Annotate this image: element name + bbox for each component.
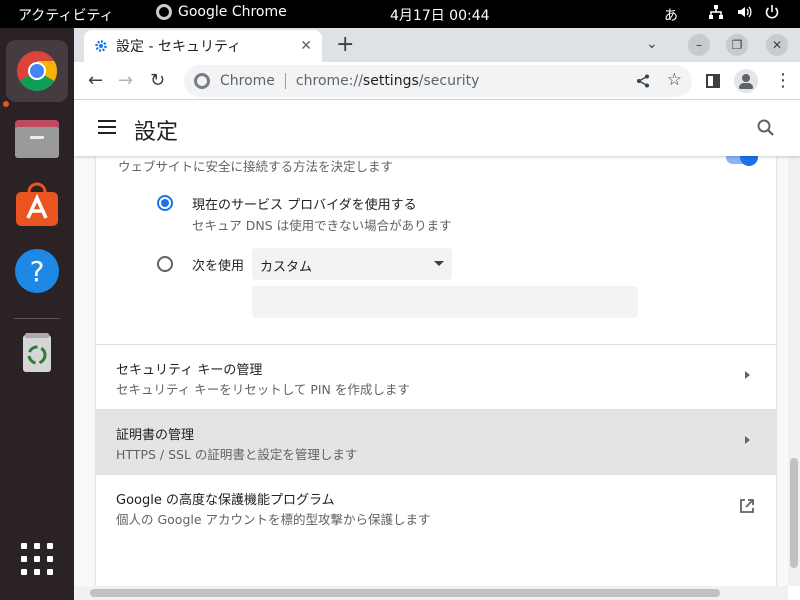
- chrome-icon: [17, 51, 57, 91]
- app-name: Google Chrome: [178, 4, 287, 20]
- site-label: Chrome: [220, 73, 275, 89]
- chrome-window: 設定 - セキュリティ ✕ + ⌄ – ❐ ✕ ← → ↻ Chrome chr…: [74, 28, 800, 600]
- page-title: 設定: [134, 120, 179, 145]
- profile-avatar[interactable]: [734, 69, 758, 93]
- row-title: Google の高度な保護機能プログラム: [116, 493, 335, 508]
- app-menu[interactable]: Google Chrome: [156, 4, 287, 20]
- more-menu-icon[interactable]: ⋮: [774, 70, 792, 91]
- dock-files[interactable]: [6, 108, 68, 170]
- app-grid-icon: [21, 543, 53, 575]
- dock-help[interactable]: ?: [6, 240, 68, 302]
- secure-dns-description: ウェブサイトに安全に接続する方法を決定します: [118, 159, 394, 174]
- network-icon: [709, 5, 723, 19]
- system-tray[interactable]: [708, 4, 780, 20]
- row-subtitle: セキュリティ キーをリセットして PIN を作成します: [116, 382, 410, 397]
- browser-toolbar: ← → ↻ Chrome chrome://settings/security …: [74, 62, 800, 100]
- settings-gear-icon: [95, 40, 107, 52]
- tab-title: 設定 - セキュリティ: [116, 39, 242, 55]
- dock-chrome[interactable]: [6, 40, 68, 102]
- address-bar[interactable]: Chrome chrome://settings/security ☆: [184, 65, 692, 97]
- system-top-bar: アクティビティ Google Chrome 4月17日 00:44 あ: [0, 0, 800, 28]
- open-external-icon: [740, 499, 754, 513]
- security-card: ウェブサイトに安全に接続する方法を決定します 現在のサービス プロバイダを使用す…: [96, 156, 776, 586]
- tab-close-icon[interactable]: ✕: [300, 38, 312, 54]
- row-advanced-protection[interactable]: Google の高度な保護機能プログラム 個人の Google アカウントを標的…: [96, 474, 776, 539]
- menu-hamburger-icon[interactable]: [98, 120, 116, 134]
- running-indicator: [3, 101, 9, 107]
- activities-button[interactable]: アクティビティ: [18, 5, 114, 25]
- omnibox-divider: [284, 73, 286, 89]
- horizontal-scroll-thumb[interactable]: [90, 589, 720, 597]
- search-icon[interactable]: [756, 118, 776, 138]
- url-path: /security: [418, 73, 480, 89]
- show-apps-button[interactable]: [6, 528, 68, 590]
- custom-dns-input[interactable]: [252, 286, 638, 318]
- dock-trash[interactable]: [6, 322, 68, 384]
- tab-strip: 設定 - セキュリティ ✕ + ⌄ – ❐ ✕: [74, 28, 800, 62]
- horizontal-scrollbar[interactable]: [74, 586, 788, 600]
- dock-app-center[interactable]: [6, 174, 68, 236]
- trash-icon: [23, 333, 51, 372]
- svg-text:?: ?: [30, 255, 45, 288]
- radio-current-provider[interactable]: [157, 195, 173, 211]
- row-title: セキュリティ キーの管理: [116, 363, 263, 378]
- url-prefix: chrome://: [295, 73, 363, 89]
- chevron-right-icon: [745, 436, 750, 444]
- current-provider-sublabel: セキュア DNS は使用できない場合があります: [192, 218, 452, 233]
- reload-icon[interactable]: ↻: [150, 70, 165, 91]
- row-subtitle: HTTPS / SSL の証明書と設定を管理します: [116, 447, 358, 462]
- help-icon: ?: [15, 249, 59, 293]
- close-window-button[interactable]: ✕: [766, 34, 788, 56]
- row-manage-certificates[interactable]: 証明書の管理 HTTPS / SSL の証明書と設定を管理します: [96, 409, 776, 474]
- current-provider-label: 現在のサービス プロバイダを使用する: [192, 198, 417, 213]
- side-panel-icon[interactable]: [706, 74, 720, 88]
- vertical-scroll-thumb[interactable]: [790, 458, 798, 568]
- volume-icon: [738, 6, 752, 18]
- forward-arrow-icon[interactable]: →: [118, 70, 133, 91]
- bookmark-star-icon[interactable]: ☆: [667, 70, 682, 90]
- tab-settings-security[interactable]: 設定 - セキュリティ ✕: [84, 30, 322, 62]
- dock: ?: [0, 28, 74, 600]
- input-method-indicator[interactable]: あ: [664, 5, 678, 25]
- app-center-icon: [16, 182, 58, 226]
- row-security-keys[interactable]: セキュリティ キーの管理 セキュリティ キーをリセットして PIN を作成します: [96, 344, 776, 409]
- custom-provider-label: 次を使用: [192, 259, 245, 274]
- share-icon[interactable]: [636, 74, 650, 88]
- radio-custom-provider[interactable]: [157, 256, 173, 272]
- maximize-button[interactable]: ❐: [726, 34, 748, 56]
- chrome-site-icon: [194, 73, 210, 89]
- dropdown-caret-icon: [434, 261, 444, 266]
- vertical-scrollbar[interactable]: [788, 156, 800, 586]
- back-arrow-icon[interactable]: ←: [88, 70, 103, 91]
- files-icon: [15, 120, 59, 158]
- minimize-button[interactable]: –: [688, 34, 710, 56]
- row-title: 証明書の管理: [116, 428, 195, 443]
- dock-separator: [14, 318, 60, 319]
- row-subtitle: 個人の Google アカウントを標的型攻撃から保護します: [116, 512, 431, 527]
- dns-provider-select[interactable]: カスタム: [252, 248, 452, 280]
- settings-header: 設定: [74, 100, 800, 156]
- new-tab-button[interactable]: +: [336, 32, 354, 57]
- tab-search-chevron-icon[interactable]: ⌄: [646, 36, 658, 52]
- settings-content: ウェブサイトに安全に接続する方法を決定します 現在のサービス プロバイダを使用す…: [74, 156, 788, 586]
- chevron-right-icon: [745, 371, 750, 379]
- clock[interactable]: 4月17日 00:44: [390, 5, 490, 25]
- secure-dns-toggle[interactable]: [726, 156, 758, 166]
- url-host: settings: [362, 73, 419, 89]
- chrome-icon: [156, 4, 172, 20]
- dns-provider-value: カスタム: [260, 260, 313, 275]
- url-text: chrome://settings/security: [296, 73, 479, 89]
- power-icon: [765, 5, 779, 19]
